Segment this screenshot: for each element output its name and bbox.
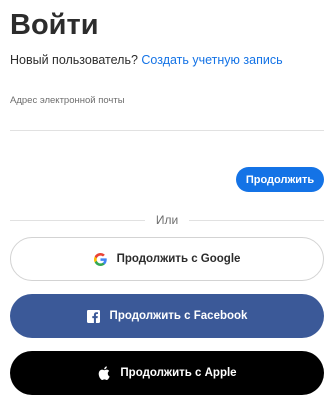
continue-button[interactable]: Продолжить	[236, 167, 324, 192]
google-button-label: Продолжить с Google	[116, 253, 241, 265]
or-divider: Или	[10, 211, 324, 231]
email-field[interactable]	[10, 110, 324, 131]
create-account-link[interactable]: Создать учетную запись	[141, 53, 282, 67]
continue-with-apple-button[interactable]: Продолжить с Apple	[10, 351, 324, 395]
continue-with-google-button[interactable]: Продолжить с Google	[10, 237, 324, 281]
google-icon	[94, 252, 108, 266]
new-user-question: Новый пользователь?	[10, 53, 138, 67]
continue-with-facebook-button[interactable]: Продолжить с Facebook	[10, 294, 324, 338]
divider-line-right	[189, 220, 324, 221]
page-title: Войти	[10, 9, 99, 41]
apple-button-label: Продолжить с Apple	[120, 367, 237, 379]
facebook-icon	[87, 309, 101, 323]
facebook-button-label: Продолжить с Facebook	[109, 310, 248, 322]
email-label: Адрес электронной почты	[10, 95, 125, 106]
apple-icon	[97, 366, 111, 380]
new-user-prompt: Новый пользователь? Создать учетную запи…	[10, 52, 283, 68]
